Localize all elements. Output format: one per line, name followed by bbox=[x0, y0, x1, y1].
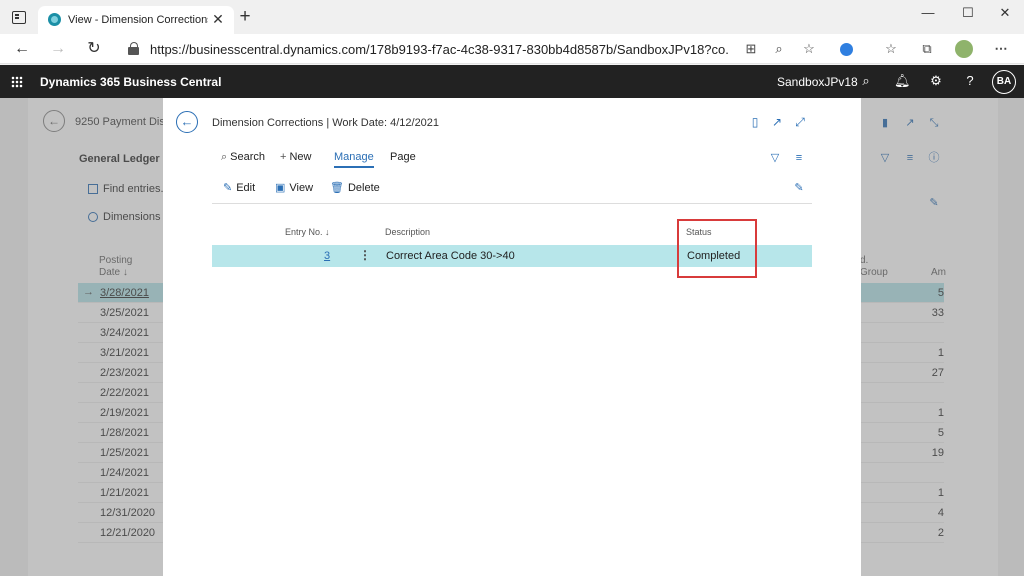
app-available-icon[interactable]: ⊞ bbox=[742, 40, 760, 58]
col-entry-no[interactable]: Entry No. ↓ bbox=[285, 227, 330, 237]
maximize-icon[interactable]: ☐ bbox=[957, 4, 979, 22]
view-action[interactable]: ▣ View bbox=[275, 181, 313, 194]
address-bar: ← → ↻ https://businesscentral.dynamics.c… bbox=[0, 34, 1024, 64]
row-description: Correct Area Code 30->40 bbox=[386, 250, 515, 262]
menu-manage[interactable]: Manage bbox=[334, 151, 374, 168]
pencil-icon: ✎ bbox=[223, 182, 233, 194]
filter-icon[interactable]: ▽ bbox=[768, 151, 782, 165]
delete-action[interactable]: 🗑︎ Delete bbox=[330, 181, 380, 194]
menu-page[interactable]: Page bbox=[390, 151, 416, 163]
menu-search[interactable]: ⌕ Search bbox=[221, 151, 265, 164]
browser-tab-bar: View - Dimension Corrections - D ✕ + — ☐… bbox=[0, 0, 1024, 34]
dialog-back-icon[interactable]: ← bbox=[176, 111, 198, 133]
back-icon[interactable]: ← bbox=[12, 39, 32, 59]
edit-action[interactable]: ✎ Edit bbox=[223, 181, 255, 194]
edit-label: Edit bbox=[236, 182, 256, 194]
app-bar: Dynamics 365 Business Central SandboxJPv… bbox=[0, 65, 1024, 98]
profile-avatar[interactable] bbox=[955, 40, 973, 58]
add-favorite-icon[interactable]: ☆ bbox=[800, 40, 818, 58]
plus-icon: + bbox=[280, 151, 287, 163]
close-window-icon[interactable]: ✕ bbox=[994, 4, 1016, 22]
menu-search-label: Search bbox=[230, 151, 266, 163]
forward-icon[interactable]: → bbox=[48, 39, 68, 59]
view-label: View bbox=[289, 182, 314, 194]
browser-tab[interactable]: View - Dimension Corrections - D ✕ bbox=[38, 6, 234, 34]
new-tab-button[interactable]: + bbox=[236, 7, 254, 26]
menu-new-label: New bbox=[289, 151, 312, 163]
more-icon[interactable]: ⋯ bbox=[992, 40, 1010, 58]
extension-icon[interactable] bbox=[840, 43, 853, 56]
app-launcher-icon[interactable] bbox=[11, 76, 23, 88]
pin-icon[interactable]: ✎ bbox=[792, 181, 806, 195]
dimension-corrections-dialog: ← Dimension Corrections | Work Date: 4/1… bbox=[163, 98, 861, 576]
search-icon: ⌕ bbox=[221, 151, 228, 163]
settings-gear-icon[interactable]: ⚙ bbox=[928, 73, 944, 89]
company-name[interactable]: SandboxJPv18 bbox=[777, 75, 858, 89]
menu-new[interactable]: + New bbox=[280, 151, 311, 163]
row-menu-icon[interactable]: ⋮ bbox=[359, 248, 371, 262]
user-avatar[interactable]: BA bbox=[992, 70, 1016, 94]
url-field[interactable]: https://businesscentral.dynamics.com/178… bbox=[150, 42, 730, 57]
refresh-icon[interactable]: ↻ bbox=[84, 39, 104, 59]
open-new-window-icon[interactable]: ↗ bbox=[769, 114, 785, 130]
divider bbox=[212, 203, 812, 204]
close-tab-icon[interactable]: ✕ bbox=[211, 11, 225, 27]
list-view-icon[interactable]: ≡ bbox=[792, 151, 806, 165]
search-icon[interactable]: ⌕ bbox=[858, 73, 874, 89]
tab-actions-icon[interactable] bbox=[12, 11, 26, 24]
status-highlight-box bbox=[677, 219, 757, 278]
bookmark-icon[interactable]: ▯ bbox=[747, 114, 763, 130]
notifications-icon[interactable]: 🔔︎ bbox=[894, 73, 911, 89]
trash-icon: 🗑︎ bbox=[330, 182, 344, 194]
delete-label: Delete bbox=[347, 182, 380, 194]
expand-icon[interactable]: ⤢ bbox=[792, 114, 808, 130]
dialog-title: Dimension Corrections | Work Date: 4/12/… bbox=[212, 117, 440, 129]
minimize-icon[interactable]: — bbox=[917, 4, 939, 22]
help-icon[interactable]: ? bbox=[962, 73, 978, 89]
collections-icon[interactable]: ⧉ bbox=[918, 40, 936, 58]
view-icon: ▣ bbox=[275, 182, 286, 194]
col-description[interactable]: Description bbox=[385, 227, 430, 237]
lock-icon[interactable] bbox=[128, 42, 140, 55]
app-title: Dynamics 365 Business Central bbox=[40, 75, 222, 89]
favorites-icon[interactable]: ☆ bbox=[882, 40, 900, 58]
zoom-icon[interactable]: ⌕ bbox=[770, 40, 788, 58]
tab-title: View - Dimension Corrections - D bbox=[68, 14, 208, 26]
entry-no-link[interactable]: 3 bbox=[324, 250, 330, 262]
business-central-favicon-icon bbox=[48, 13, 61, 26]
